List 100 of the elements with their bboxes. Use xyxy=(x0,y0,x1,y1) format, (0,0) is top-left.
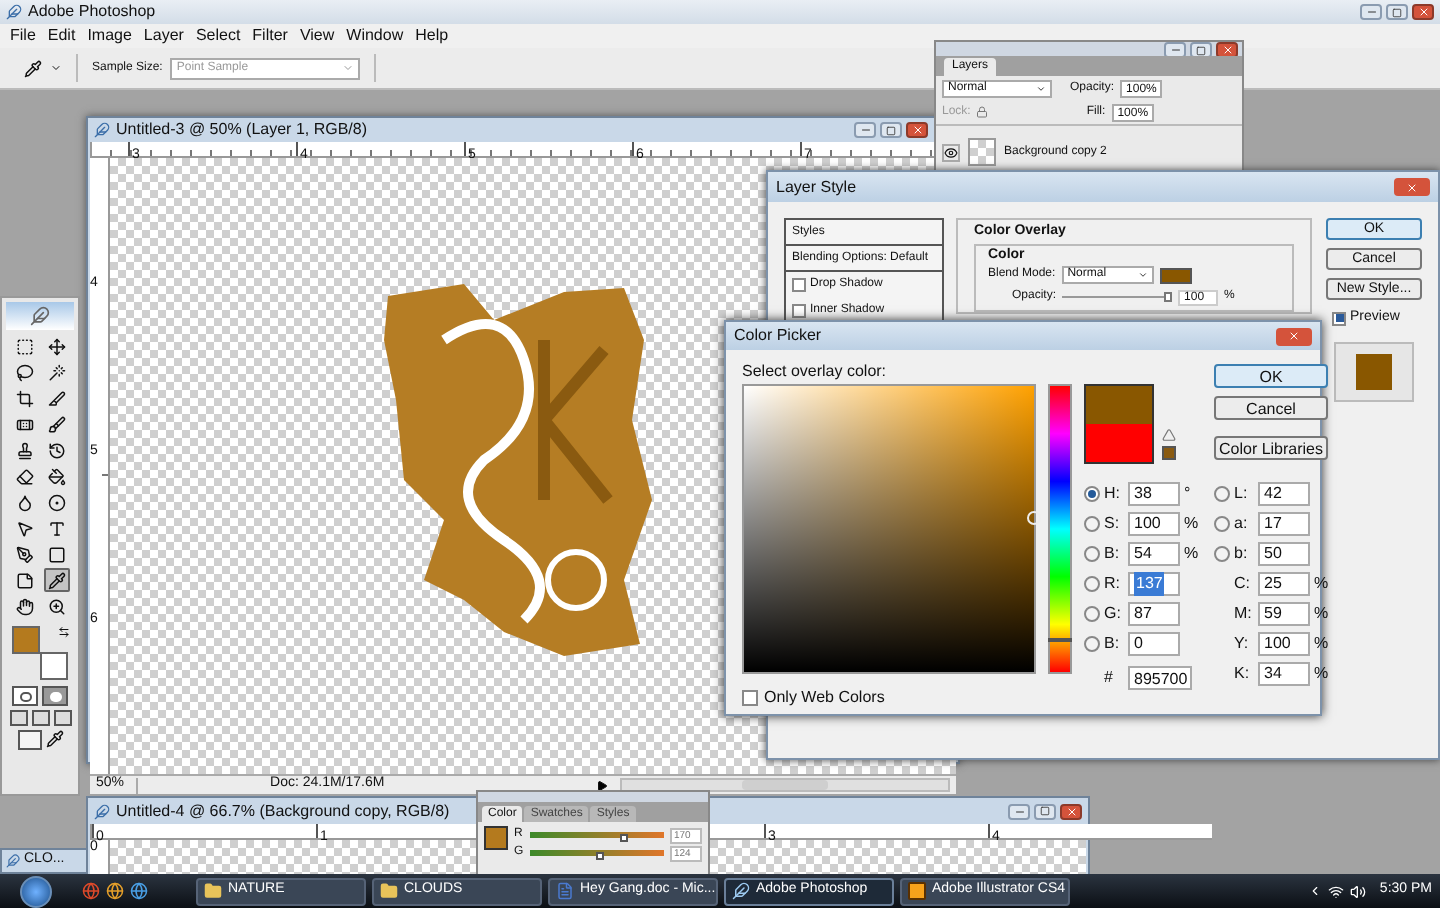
menu-item[interactable]: Help xyxy=(409,24,455,48)
browser-icon[interactable] xyxy=(106,882,124,900)
unit-label: % xyxy=(1314,661,1328,685)
hue-slider[interactable] xyxy=(1048,384,1072,674)
radio-button[interactable] xyxy=(1084,515,1100,531)
menu-item[interactable]: Select xyxy=(189,24,247,48)
value-field[interactable]: 87 xyxy=(1128,601,1180,625)
value-field[interactable]: 137 xyxy=(1128,571,1180,595)
close-button[interactable] xyxy=(906,122,928,138)
radio-button[interactable] xyxy=(1084,545,1100,561)
field-label: S: xyxy=(1104,511,1122,535)
brush-icon[interactable] xyxy=(43,412,69,436)
checkbox[interactable] xyxy=(1332,311,1346,326)
network-icon[interactable] xyxy=(1327,883,1344,899)
value-field[interactable]: 34 xyxy=(1258,661,1310,685)
dialog-button[interactable]: Cancel xyxy=(1214,396,1328,420)
lasso-icon[interactable] xyxy=(11,360,37,384)
chevron-icon[interactable] xyxy=(1307,884,1322,898)
channel-slider[interactable] xyxy=(530,850,664,856)
start-button[interactable] xyxy=(20,875,52,907)
menu-item[interactable]: File xyxy=(4,24,42,48)
minimize-icon xyxy=(859,124,871,136)
mask-mode-button[interactable] xyxy=(12,686,38,706)
channel-slider[interactable] xyxy=(530,832,664,838)
value-field[interactable]: 59 xyxy=(1258,601,1310,625)
menu-item[interactable]: Layer xyxy=(137,24,190,48)
checkbox[interactable] xyxy=(742,690,758,706)
field-label: b: xyxy=(1234,541,1250,565)
radio-button[interactable] xyxy=(1084,635,1100,651)
radio-button[interactable] xyxy=(1084,575,1100,591)
window-title: Adobe Photoshop xyxy=(28,0,156,24)
color-field[interactable] xyxy=(742,384,1036,674)
minimize-icon xyxy=(1169,44,1181,56)
circle-icon[interactable] xyxy=(43,490,69,514)
mask-mode-button[interactable] xyxy=(42,686,68,706)
menu-item[interactable]: Edit xyxy=(41,24,82,48)
maximize-button[interactable] xyxy=(880,122,902,138)
close-button[interactable] xyxy=(1412,4,1434,20)
caret-icon xyxy=(1036,83,1046,93)
close-button[interactable] xyxy=(1060,803,1082,819)
value-field[interactable]: 42 xyxy=(1258,481,1310,505)
radio-button[interactable] xyxy=(1214,485,1230,501)
value-field[interactable]: 17 xyxy=(1258,511,1310,535)
dialog-button[interactable]: OK xyxy=(1214,364,1328,388)
maximize-icon xyxy=(1196,45,1206,55)
menu-item[interactable]: Image xyxy=(81,24,138,48)
swap-icon[interactable] xyxy=(58,626,70,638)
value-field[interactable]: 0 xyxy=(1128,631,1180,655)
maximize-button[interactable] xyxy=(1386,4,1408,20)
maximize-button[interactable] xyxy=(1034,803,1056,819)
browser-icon[interactable] xyxy=(82,882,100,900)
horizontal-scrollbar[interactable] xyxy=(620,778,950,792)
value-field[interactable]: 38 xyxy=(1128,481,1180,505)
eraser-icon[interactable] xyxy=(11,464,37,488)
current-color-swatch[interactable] xyxy=(1086,424,1152,462)
hex-field[interactable]: 895700 xyxy=(1128,665,1192,689)
close-button[interactable] xyxy=(1394,178,1430,196)
radio-button[interactable] xyxy=(1214,515,1230,531)
foreground-color-swatch[interactable] xyxy=(12,626,40,654)
opacity-slider[interactable] xyxy=(1062,292,1173,302)
checkbox-label: Only Web Colors xyxy=(764,686,885,710)
crop-icon[interactable] xyxy=(11,386,37,410)
browser-icon[interactable] xyxy=(130,882,148,900)
minimize-button[interactable] xyxy=(1008,803,1030,819)
dialog-button[interactable]: Color Libraries xyxy=(1214,436,1328,460)
radio-button[interactable] xyxy=(1214,545,1230,561)
eyedropper-icon[interactable] xyxy=(24,59,42,77)
play-icon[interactable] xyxy=(596,779,609,791)
value-field[interactable]: 100 xyxy=(1128,511,1180,535)
checkbox[interactable] xyxy=(792,278,806,292)
warning-icon[interactable] xyxy=(1162,428,1176,442)
volume-icon[interactable] xyxy=(1349,883,1366,899)
caret-icon[interactable] xyxy=(50,62,62,74)
field-label: H: xyxy=(1104,481,1122,505)
eye-icon[interactable] xyxy=(944,145,958,159)
value-field[interactable]: 100 xyxy=(1258,631,1310,655)
paint-bucket-icon[interactable] xyxy=(43,464,69,488)
color-swatch[interactable] xyxy=(484,826,508,850)
app-icon xyxy=(6,4,22,20)
eyedropper-icon[interactable] xyxy=(43,568,69,592)
menu-item[interactable]: Filter xyxy=(246,24,294,48)
hand-icon[interactable] xyxy=(11,594,37,618)
lock-icon[interactable] xyxy=(976,106,989,118)
menu-item[interactable]: Window xyxy=(340,24,410,48)
minimize-button[interactable] xyxy=(1360,4,1382,20)
radio-button[interactable] xyxy=(1084,605,1100,621)
value-field[interactable]: 25 xyxy=(1258,571,1310,595)
picker-ring[interactable] xyxy=(1027,510,1041,525)
checkbox[interactable] xyxy=(792,304,806,318)
close-button[interactable] xyxy=(1276,327,1312,345)
value-field[interactable]: 50 xyxy=(1258,541,1310,565)
knife-icon[interactable] xyxy=(43,386,69,410)
menu-item[interactable]: View xyxy=(293,24,341,48)
value-field[interactable]: 54 xyxy=(1128,541,1180,565)
radio-button[interactable] xyxy=(1084,485,1100,501)
color-swatch[interactable] xyxy=(1159,267,1192,283)
web-color-swatch[interactable] xyxy=(1162,446,1176,460)
move-icon[interactable] xyxy=(43,334,69,358)
minimize-button[interactable] xyxy=(854,122,876,138)
background-color-swatch[interactable] xyxy=(40,652,68,680)
